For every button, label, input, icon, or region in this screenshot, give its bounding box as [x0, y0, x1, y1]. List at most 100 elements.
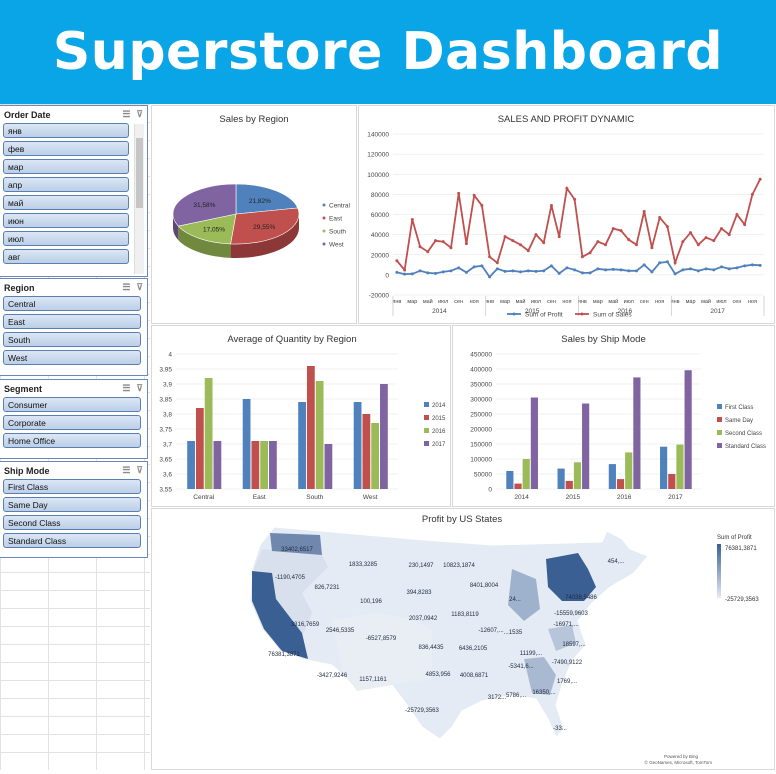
- map-value-label: 2546,5335: [326, 628, 355, 634]
- data-point: [395, 259, 399, 263]
- slicer-item-region-0[interactable]: Central: [3, 296, 141, 311]
- y-tick-label: 3,85: [159, 397, 172, 404]
- map-value-label: -33...: [553, 726, 567, 732]
- data-point: [418, 269, 422, 273]
- map-value-label: 1833,3285: [349, 562, 378, 568]
- slicer-item-segment-0[interactable]: Consumer: [3, 397, 141, 412]
- data-point: [650, 246, 654, 250]
- multiselect-icon[interactable]: ☰: [122, 383, 130, 394]
- slicer-item-order_date-1[interactable]: фев: [3, 141, 129, 156]
- map-value-label: 5786,...: [506, 693, 526, 699]
- x-tick-label: сен: [733, 299, 742, 305]
- map-value-label: 1769,...: [557, 679, 577, 685]
- map-value-label: 826,7231: [314, 585, 340, 591]
- legend-marker: [322, 216, 326, 220]
- year-label: 2014: [432, 308, 447, 315]
- data-point: [580, 255, 584, 259]
- slicer-item-order_date-3[interactable]: апр: [3, 177, 129, 192]
- slicer-item-order_date-7[interactable]: авг: [3, 249, 129, 264]
- panel-sales-by-ship-mode: Sales by Ship Mode 450000 400000 350000 3000…: [452, 325, 775, 507]
- slicer-item-ship_mode-2[interactable]: Second Class: [3, 515, 141, 530]
- x-tick-label: ноя: [562, 299, 571, 305]
- data-point: [480, 203, 484, 207]
- map-value-label: 74038,5486: [565, 595, 597, 601]
- legend-marker: [717, 430, 722, 435]
- year-label: 2017: [710, 308, 725, 315]
- data-point: [434, 239, 438, 243]
- x-tick-label: ноя: [470, 299, 479, 305]
- data-point: [588, 251, 592, 255]
- clear-filter-icon[interactable]: ⊽: [136, 465, 143, 476]
- map-value-label: -25729,3563: [405, 708, 439, 714]
- clear-filter-icon[interactable]: ⊽: [136, 109, 143, 120]
- data-point: [750, 263, 754, 267]
- data-point: [457, 191, 461, 195]
- x-tick-label: май: [701, 298, 711, 305]
- slicer-scrollbar[interactable]: [134, 124, 144, 274]
- y-tick-label: 3,6: [163, 472, 172, 479]
- y-tick-label: 250000: [470, 412, 492, 419]
- slicer-item-order_date-6[interactable]: июл: [3, 231, 129, 246]
- slicer-header: Segment ☰ ⊽: [0, 380, 147, 397]
- y-tick-label: 120000: [367, 152, 389, 159]
- multiselect-icon[interactable]: ☰: [122, 109, 130, 120]
- data-point: [418, 245, 422, 249]
- data-point: [557, 271, 561, 275]
- slicer-item-ship_mode-1[interactable]: Same Day: [3, 497, 141, 512]
- slicer-item-segment-1[interactable]: Corporate: [3, 415, 141, 430]
- legend-entry: 2016: [432, 429, 446, 435]
- slicer-header: Region ☰ ⊽: [0, 279, 147, 296]
- data-point: [526, 249, 530, 253]
- panel-profit-map: Profit by US States 33402,6517 -1190,4705 1…: [151, 508, 775, 770]
- bar-2016: [260, 441, 269, 489]
- data-point: [681, 240, 685, 244]
- slicer-item-order_date-2[interactable]: мар: [3, 159, 129, 174]
- slicer-item-region-3[interactable]: West: [3, 350, 141, 365]
- y-tick-label: 3,9: [163, 382, 172, 389]
- x-tick-label: 2017: [668, 494, 683, 501]
- y-tick-label: 3,95: [159, 367, 172, 374]
- y-tick-label: 3,55: [159, 487, 172, 494]
- slicer-item-ship_mode-3[interactable]: Standard Class: [3, 533, 141, 548]
- bar-2015: [362, 414, 371, 489]
- data-point: [758, 263, 762, 267]
- data-point: [712, 268, 716, 272]
- multiselect-icon[interactable]: ☰: [122, 465, 130, 476]
- slicer-segment: Segment ☰ ⊽ Consumer Corporate Home Office: [0, 379, 148, 459]
- map-legend-min: -25729,3563: [725, 597, 759, 603]
- data-point: [403, 272, 407, 276]
- data-point: [611, 267, 615, 271]
- data-point: [441, 240, 445, 244]
- multiselect-icon[interactable]: ☰: [122, 282, 130, 293]
- data-point: [542, 241, 546, 245]
- data-point: [627, 269, 631, 273]
- data-point: [511, 269, 515, 273]
- slicer-order-date: Order Date ☰ ⊽ янв фев мар апр май июн июл авг: [0, 105, 148, 277]
- slicer-item-region-2[interactable]: South: [3, 332, 141, 347]
- bar-standard-class: [530, 397, 538, 489]
- map-value-label: ...1535: [504, 630, 523, 636]
- slicer-item-ship_mode-0[interactable]: First Class: [3, 479, 141, 494]
- bar-2017: [324, 444, 333, 489]
- x-tick-label: май: [423, 298, 433, 305]
- bar-standard-class: [633, 377, 641, 489]
- slicer-item-order_date-0[interactable]: янв: [3, 123, 129, 138]
- slicer-item-segment-2[interactable]: Home Office: [3, 433, 141, 448]
- slicer-item-order_date-4[interactable]: май: [3, 195, 129, 210]
- data-point: [495, 261, 499, 265]
- data-point: [642, 209, 646, 213]
- chart-title: Sales by Ship Mode: [561, 334, 646, 345]
- sales-profit-dynamic-chart: SALES AND PROFIT DYNAMIC 140000 120000 1000…: [367, 114, 765, 319]
- slicer-item-order_date-5[interactable]: июн: [3, 213, 129, 228]
- slicer-item-region-1[interactable]: East: [3, 314, 141, 329]
- x-tick-label: янв: [578, 299, 587, 305]
- data-point: [604, 243, 608, 247]
- x-tick-label: июл: [438, 299, 448, 305]
- clear-filter-icon[interactable]: ⊽: [136, 282, 143, 293]
- data-point: [696, 243, 700, 247]
- bar-first-class: [660, 446, 668, 489]
- bar-2016: [204, 378, 213, 489]
- data-point: [526, 269, 530, 273]
- clear-filter-icon[interactable]: ⊽: [136, 383, 143, 394]
- data-point: [642, 263, 646, 267]
